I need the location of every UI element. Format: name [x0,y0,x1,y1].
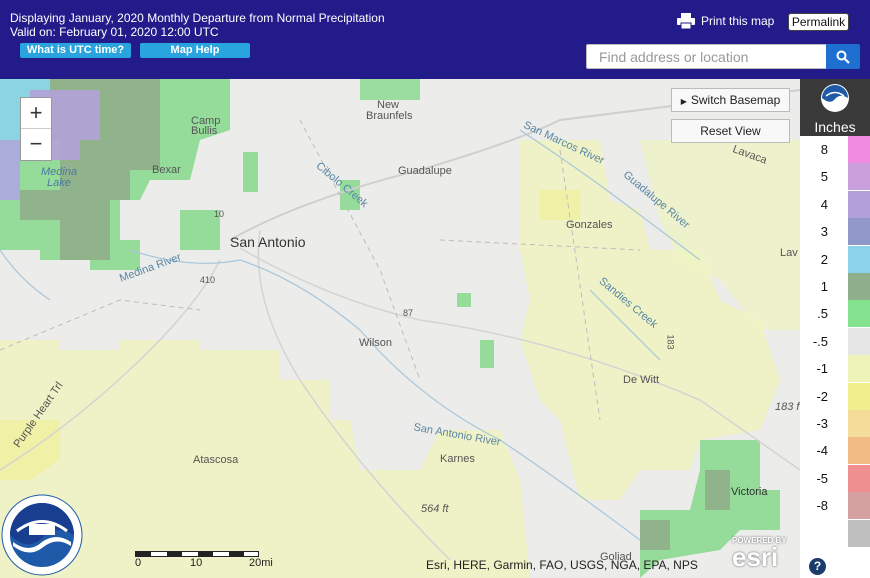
zoom-control: + − [20,97,52,161]
legend-label: 4 [820,196,828,212]
legend-title: Inches [814,119,856,135]
legend-row: -.5 [800,327,870,355]
zoom-out-button[interactable]: − [21,129,51,160]
map-help-button[interactable]: Map Help [140,43,250,58]
header-bar: Displaying January, 2020 Monthly Departu… [0,0,870,79]
scale-label-0: 0 [135,557,142,569]
esri-logo: POWERED BY esri [732,536,787,572]
label-camp-bullis-2: Bullis [191,125,218,137]
label-wilson: Wilson [359,337,393,349]
legend-swatch [848,382,870,410]
label-victoria: Victoria [731,486,768,498]
help-icon[interactable]: ? [809,558,826,575]
scale-bar: 0 10 20mi [135,551,273,569]
legend-row: 5 [800,163,870,191]
valid-date: Valid on: February 01, 2020 12:00 UTC [10,25,219,39]
noaa-logo-icon [821,84,849,112]
legend-row: 4 [800,190,870,218]
print-label: Print this map [701,14,775,28]
label-guadalupe: Guadalupe [398,165,452,177]
utc-time-button[interactable]: What is UTC time? [20,43,131,58]
legend-swatch [848,273,870,300]
legend-swatch [848,410,870,437]
legend-label: -5 [816,470,828,486]
legend-swatch [848,327,870,355]
legend-label: -1 [816,361,828,377]
legend-row: -8 [800,492,870,520]
legend-swatch [848,190,870,218]
map-attribution: Esri, HERE, Garmin, FAO, USGS, NGA, EPA,… [426,558,698,572]
label-de-witt: De Witt [623,374,660,386]
reset-view-button[interactable]: Reset View [671,119,790,143]
legend-label: 2 [820,251,828,267]
esri-wordmark: esri [732,542,779,572]
legend-label: -4 [816,443,828,459]
legend-swatch [848,519,870,547]
legend-label: 8 [820,142,828,157]
label-elev-564: 564 ft [421,503,449,515]
map-view[interactable]: San Antonio New Braunfels Camp Bullis Me… [0,79,870,578]
precipitation-legend: Inches 8 5 4 3 2 1 .5 -.5 -1 -2 -3 -4 -5 -8 [800,79,870,578]
legend-row: -3 [800,410,870,437]
switch-basemap-button[interactable]: ▶ Switch Basemap [671,88,790,112]
noaa-seal-icon [1,494,83,576]
legend-row: 2 [800,245,870,273]
legend-row: 8 [800,136,870,163]
legend-label: -.5 [812,333,828,349]
legend-row [800,519,870,547]
legend-swatch [848,163,870,191]
legend-swatch [848,245,870,273]
legend-row: -5 [800,464,870,492]
legend-swatch [848,218,870,246]
legend-label: -3 [816,416,828,431]
scale-label-10: 10 [190,557,203,569]
label-hwy-87: 87 [403,308,414,318]
legend-row: .5 [800,300,870,328]
legend-swatch [848,300,870,328]
legend-row: 3 [800,218,870,246]
label-hwy-410: 410 [200,275,216,285]
legend-swatch [848,492,870,520]
legend-swatch [848,464,870,492]
label-san-antonio: San Antonio [230,234,306,250]
legend-label: 1 [820,279,828,294]
legend-swatch [848,437,870,465]
legend-label: -8 [816,498,828,514]
map-title: Displaying January, 2020 Monthly Departu… [10,11,385,25]
switch-basemap-label: Switch Basemap [690,93,781,107]
label-hwy-183: 183 [665,334,676,350]
caret-right-icon: ▶ [680,97,687,106]
legend-header: Inches [800,79,870,136]
label-elev-183: 183 ft [775,401,803,413]
zoom-in-button[interactable]: + [21,98,51,129]
permalink-button[interactable]: Permalink [788,13,849,31]
print-map-link[interactable]: Print this map [677,13,774,29]
label-new-braunfels-2: Braunfels [366,110,413,122]
legend-row: -4 [800,437,870,465]
legend-row: -2 [800,382,870,410]
search-icon [836,50,850,64]
label-medina-lake-2: Lake [47,177,71,189]
legend-row: -1 [800,355,870,383]
legend-swatch [848,136,870,163]
legend-label: 3 [820,224,828,240]
legend-label: -2 [816,388,828,404]
label-hwy-10: 10 [214,209,225,219]
label-atascosa: Atascosa [193,454,239,466]
search-button[interactable] [826,44,860,69]
printer-icon [677,13,695,29]
legend-row: 1 [800,273,870,300]
legend-label: 5 [820,169,828,185]
label-gonzales: Gonzales [566,219,613,231]
legend-label: .5 [817,306,828,322]
label-karnes: Karnes [440,453,475,465]
scale-label-20: 20mi [249,557,273,569]
label-lav: Lav [780,247,798,259]
label-bexar: Bexar [152,164,181,176]
legend-swatch [848,355,870,383]
location-search-input[interactable]: Find address or location [586,44,826,69]
